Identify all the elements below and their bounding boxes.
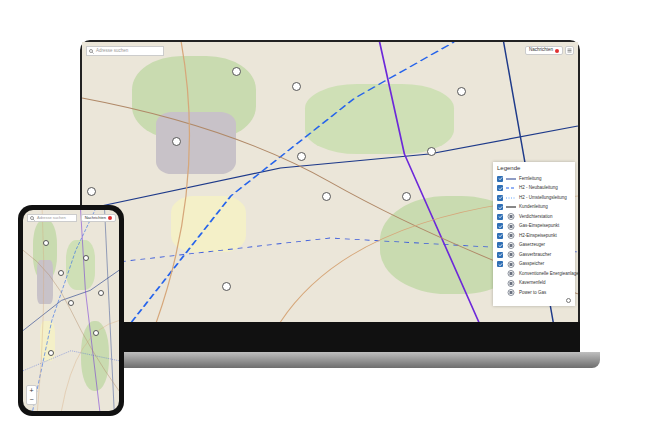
facility-symbol-icon <box>506 280 516 287</box>
checkbox[interactable] <box>497 214 503 220</box>
laptop-base <box>60 352 600 368</box>
map-pin[interactable] <box>172 137 181 146</box>
map-pin[interactable] <box>83 255 89 261</box>
menu-icon <box>567 48 572 53</box>
search-field[interactable]: Adresse suchen <box>27 214 77 222</box>
legend-item[interactable]: Kundenleitung <box>497 203 571 213</box>
check-icon <box>498 205 503 210</box>
map-pin[interactable] <box>87 187 96 196</box>
notifications-button[interactable]: Nachrichten <box>81 214 116 222</box>
map-pin[interactable] <box>48 350 54 356</box>
map-pin[interactable] <box>232 67 241 76</box>
check-icon <box>498 233 503 238</box>
check-icon <box>498 195 503 200</box>
facility-symbol-icon <box>506 261 516 268</box>
notifications-button[interactable]: Nachrichten <box>525 46 563 55</box>
check-icon <box>498 262 503 267</box>
legend-item[interactable]: Kavernenfeld <box>497 279 571 289</box>
unread-badge <box>108 216 112 220</box>
facility-symbol-icon <box>506 251 516 258</box>
check-icon <box>498 252 503 257</box>
map-pin[interactable] <box>427 147 436 156</box>
legend-item[interactable]: Power to Gas <box>497 288 571 298</box>
map-canvas[interactable] <box>23 210 119 411</box>
search-icon <box>89 49 94 54</box>
checkbox-empty[interactable] <box>497 280 503 286</box>
facility-symbol-icon <box>506 270 516 277</box>
checkbox[interactable] <box>497 233 503 239</box>
map-pin[interactable] <box>58 270 64 276</box>
check-icon <box>498 224 503 229</box>
map-pin[interactable] <box>98 290 104 296</box>
legend-item[interactable]: Konventionelle Energieanlage <box>497 269 571 279</box>
checkbox[interactable] <box>497 242 503 248</box>
laptop: Adresse suchen Nachrichten LegendeFernleit… <box>80 40 580 368</box>
legend-panel: LegendeFernleitungH2 - NeubauleitungH2 -… <box>493 162 575 306</box>
legend-item[interactable]: H2 - Neubauleitung <box>497 184 571 194</box>
legend-item[interactable]: Fernleitung <box>497 174 571 184</box>
zoom-button[interactable]: − <box>27 395 36 404</box>
zoom-button[interactable]: + <box>27 386 36 395</box>
checkbox-empty[interactable] <box>497 271 503 277</box>
legend-item[interactable]: Gas-Einspeisepunkt <box>497 222 571 232</box>
map-pin[interactable] <box>68 300 74 306</box>
legend-item[interactable]: Gasspeicher <box>497 260 571 270</box>
phone-screen: Adresse suchen Nachrichten +− <box>23 210 119 411</box>
checkbox[interactable] <box>497 176 503 182</box>
pipeline-network-icon <box>23 210 119 411</box>
zoom-controls: +− <box>26 385 37 405</box>
checkbox[interactable] <box>497 204 503 210</box>
facility-symbol-icon <box>506 213 516 220</box>
map-pin[interactable] <box>402 192 411 201</box>
checkbox[interactable] <box>497 185 503 191</box>
map-pin[interactable] <box>297 152 306 161</box>
industrial-area <box>156 112 235 174</box>
search-field[interactable]: Adresse suchen <box>86 46 164 56</box>
industrial-area <box>37 260 52 304</box>
menu-button[interactable] <box>565 46 574 55</box>
map-pin[interactable] <box>43 240 49 246</box>
legend-item[interactable]: Verdichterstation <box>497 212 571 222</box>
check-icon <box>498 214 503 219</box>
facility-symbol-icon <box>506 289 516 296</box>
facility-symbol-icon <box>506 242 516 249</box>
checkbox[interactable] <box>497 195 503 201</box>
map-pin[interactable] <box>322 192 331 201</box>
legend-item[interactable]: H2 - Umstellungsleitung <box>497 193 571 203</box>
checkbox[interactable] <box>497 252 503 258</box>
check-icon <box>498 176 503 181</box>
map-pin[interactable] <box>222 282 231 291</box>
legend-item[interactable]: Gaserzeuger <box>497 241 571 251</box>
map-pin[interactable] <box>93 330 99 336</box>
search-icon <box>30 216 35 221</box>
phone: Adresse suchen Nachrichten +− <box>18 205 124 416</box>
legend-item[interactable]: H2-Einspeisepunkt <box>497 231 571 241</box>
checkbox[interactable] <box>497 223 503 229</box>
legend-item[interactable]: Gasverbraucher <box>497 250 571 260</box>
check-icon <box>498 186 503 191</box>
laptop-screen: Adresse suchen Nachrichten LegendeFernleit… <box>82 42 578 322</box>
line-symbol-icon <box>506 177 516 181</box>
line-symbol-icon <box>506 205 516 209</box>
check-icon <box>498 243 503 248</box>
collapse-icon[interactable] <box>566 298 571 303</box>
facility-symbol-icon <box>506 223 516 230</box>
checkbox-empty[interactable] <box>497 290 503 296</box>
facility-symbol-icon <box>506 232 516 239</box>
unread-badge <box>555 49 559 53</box>
line-symbol-icon <box>506 196 516 200</box>
map-pin[interactable] <box>457 87 466 96</box>
device-mockup: Adresse suchen Nachrichten LegendeFernleit… <box>0 0 665 421</box>
laptop-bezel <box>80 322 580 352</box>
map-pin[interactable] <box>292 82 301 91</box>
checkbox[interactable] <box>497 261 503 267</box>
line-symbol-icon <box>506 186 516 190</box>
